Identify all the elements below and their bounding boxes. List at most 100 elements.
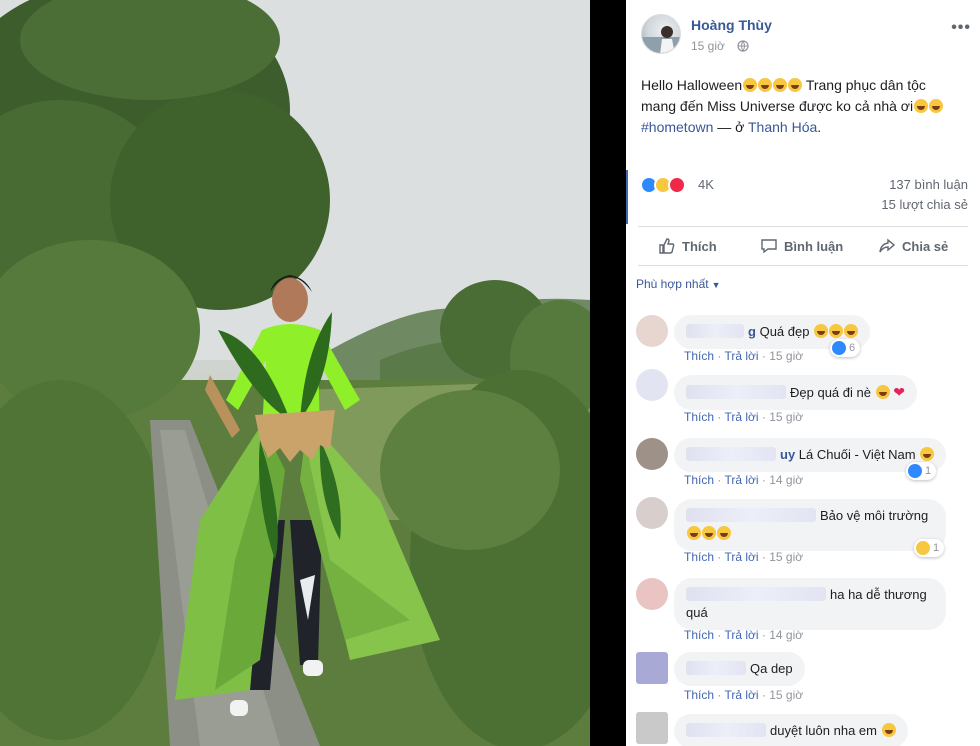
comment-reply-link[interactable]: Trả lời xyxy=(724,688,758,702)
commenter-name-blur[interactable] xyxy=(686,447,776,461)
post-panel: Hoàng Thùy 15 giờ ••• Hello Halloween Tr… xyxy=(626,0,980,746)
share-arrow-icon xyxy=(879,238,896,253)
share-count[interactable]: 15 lượt chia sẻ xyxy=(881,197,968,212)
comment-bubble: ha ha dễ thương quá xyxy=(674,578,946,630)
comment-text: duyệt luôn nha em xyxy=(770,723,877,738)
author-name[interactable]: Hoàng Thùy xyxy=(691,17,772,33)
share-button-label: Chia sẻ xyxy=(902,238,949,254)
comment-reply-link[interactable]: Trả lời xyxy=(724,410,758,424)
comment-time[interactable]: 15 giờ xyxy=(769,410,803,424)
location-link[interactable]: Thanh Hóa xyxy=(748,119,817,135)
comment-reaction-count: 6 xyxy=(849,342,856,354)
hashtag-link[interactable]: #hometown xyxy=(641,119,713,135)
caption-line1: Hello Halloween xyxy=(641,77,743,93)
caption-line1-tail: Trang phục dân tộc xyxy=(805,77,926,93)
commenter-name-blur[interactable] xyxy=(686,723,766,737)
comment-button[interactable]: Bình luận xyxy=(760,227,843,265)
grinning-emoji-icon xyxy=(717,526,731,540)
comment-text: Đẹp quá đi nè xyxy=(790,385,871,400)
commenter-avatar[interactable] xyxy=(636,369,668,401)
comment-reaction-badge[interactable]: 6 xyxy=(830,339,861,357)
commenter-name-blur[interactable] xyxy=(686,587,826,601)
commenter-name-blur[interactable] xyxy=(686,508,816,522)
speech-bubble-icon xyxy=(761,239,777,254)
comment-like-link[interactable]: Thích xyxy=(684,688,714,702)
thumbs-up-icon xyxy=(659,238,675,254)
post-timestamp[interactable]: 15 giờ xyxy=(691,39,725,53)
caption-line2: mang đến Miss Universe được ko cả nhà ơi xyxy=(641,98,914,114)
heart-emoji-icon: ❤ xyxy=(893,384,905,400)
viewer-divider xyxy=(590,0,626,746)
commenter-name-blur[interactable] xyxy=(686,324,744,338)
location-separator: — ở xyxy=(713,119,748,135)
comment-time[interactable]: 15 giờ xyxy=(769,349,803,363)
comment-reaction-count: 1 xyxy=(925,465,932,477)
commenter-avatar[interactable] xyxy=(636,497,668,529)
comment-like-link[interactable]: Thích xyxy=(684,349,714,363)
share-button[interactable]: Chia sẻ xyxy=(878,227,948,265)
commenter-name-blur[interactable] xyxy=(686,661,746,675)
comment-meta: Thích · Trả lời · 15 giờ xyxy=(684,688,804,702)
comment-time[interactable]: 15 giờ xyxy=(769,550,803,564)
comment-count[interactable]: 137 bình luận xyxy=(889,177,968,192)
location-end: . xyxy=(817,119,822,135)
grinning-emoji-icon xyxy=(920,447,935,461)
comment-reply-link[interactable]: Trả lời xyxy=(724,628,758,642)
rofl-emoji-icon xyxy=(844,324,859,338)
comment-button-label: Bình luận xyxy=(784,238,844,254)
comment-meta: Thích · Trả lời · 15 giờ xyxy=(684,410,804,424)
commenter-avatar[interactable] xyxy=(636,652,668,684)
grinning-emoji-icon xyxy=(758,78,773,92)
comment-like-link[interactable]: Thích xyxy=(684,628,714,642)
reaction-count[interactable]: 4K xyxy=(698,177,714,192)
comment-bubble: Đẹp quá đi nè ❤ xyxy=(674,375,917,410)
comment-bubble: duyệt luôn nha em xyxy=(674,714,908,746)
photo-scene xyxy=(0,0,590,746)
love-reaction-icon xyxy=(668,176,686,194)
commenter-name-blur[interactable] xyxy=(686,385,786,399)
comment-bubble: uy Lá Chuối - Việt Nam xyxy=(674,438,947,472)
grinning-emoji-icon xyxy=(773,78,788,92)
haha-reaction-icon xyxy=(916,541,930,555)
post-photo[interactable] xyxy=(0,0,590,746)
comment-meta: Thích · Trả lời · 14 giờ xyxy=(684,473,804,487)
globe-icon xyxy=(737,40,749,52)
post-stats: 4K 137 bình luận 15 lượt chia sẻ xyxy=(626,170,980,224)
comment-like-link[interactable]: Thích xyxy=(684,473,714,487)
comment-text: Lá Chuối - Việt Nam xyxy=(798,447,916,462)
comment-reply-link[interactable]: Trả lời xyxy=(724,473,758,487)
comment-like-link[interactable]: Thích xyxy=(684,550,714,564)
grinning-emoji-icon xyxy=(702,526,716,540)
comment-reaction-badge[interactable]: 1 xyxy=(914,539,945,557)
rofl-emoji-icon xyxy=(829,324,844,338)
comment-bubble: Qa dep xyxy=(674,652,805,686)
comment-time[interactable]: 14 giờ xyxy=(769,473,803,487)
comment-text: Bảo vệ môi trường xyxy=(820,508,929,523)
comment-time[interactable]: 15 giờ xyxy=(769,688,803,702)
comment-reply-link[interactable]: Trả lời xyxy=(724,550,758,564)
commenter-avatar[interactable] xyxy=(636,438,668,470)
rofl-emoji-icon xyxy=(814,324,829,338)
commenter-name-tail[interactable]: uy xyxy=(780,447,795,462)
comment-sort-dropdown[interactable]: Phù hợp nhất ▼ xyxy=(636,277,721,291)
commenter-avatar[interactable] xyxy=(636,712,668,744)
author-avatar[interactable] xyxy=(641,14,681,54)
like-reaction-icon xyxy=(832,341,846,355)
commenter-avatar[interactable] xyxy=(636,315,668,347)
more-icon[interactable]: ••• xyxy=(951,19,971,37)
like-button[interactable]: Thích xyxy=(658,227,717,265)
commenter-avatar[interactable] xyxy=(636,578,668,610)
comment-reply-link[interactable]: Trả lời xyxy=(724,349,758,363)
comment-bubble: Bảo vệ môi trường xyxy=(674,499,946,551)
comment-meta: Thích · Trả lời · 15 giờ xyxy=(684,349,804,363)
comment-text: Quá đẹp xyxy=(759,324,810,339)
comment-like-link[interactable]: Thích xyxy=(684,410,714,424)
comment-text: Qa dep xyxy=(750,661,793,676)
comment-time[interactable]: 14 giờ xyxy=(769,628,803,642)
commenter-name-tail[interactable]: g xyxy=(748,324,756,339)
smile-emoji-icon xyxy=(875,385,890,399)
grinning-emoji-icon xyxy=(929,99,944,113)
comment-reaction-badge[interactable]: 1 xyxy=(906,462,937,480)
smile-emoji-icon xyxy=(881,723,896,737)
laughing-emoji-icon xyxy=(914,99,929,113)
